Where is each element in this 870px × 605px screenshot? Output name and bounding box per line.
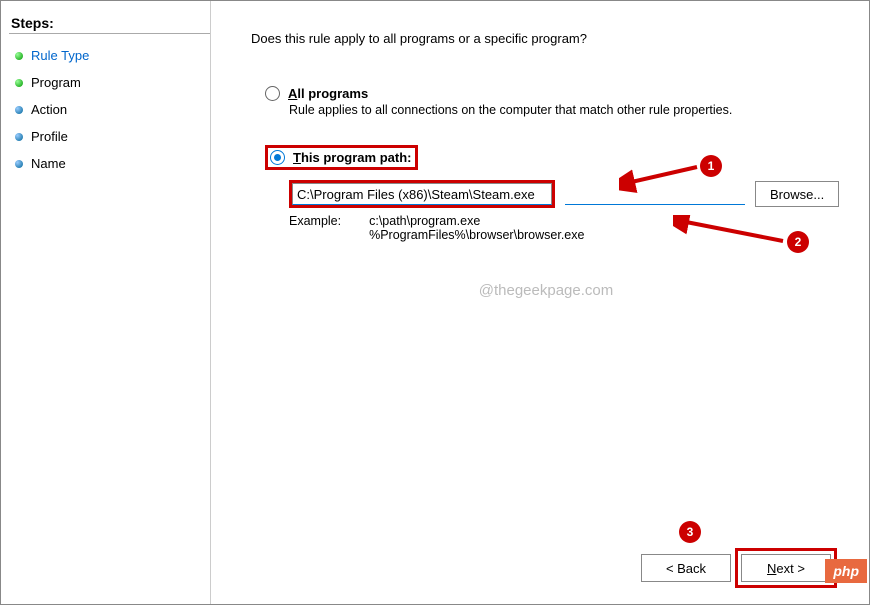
annotation-callout-3: 3: [679, 521, 701, 543]
radio-this-program-row[interactable]: This program path:: [265, 145, 418, 170]
annotation-callout-1: 1: [700, 155, 722, 177]
steps-sidebar: Steps: Rule Type Program Action Profile …: [1, 1, 211, 604]
bullet-icon: [15, 106, 23, 114]
example-label: Example:: [289, 214, 341, 242]
path-input-highlight: [289, 180, 555, 208]
bullet-icon: [15, 133, 23, 141]
radio-all-programs-row[interactable]: All programs: [265, 86, 841, 101]
sidebar-item-rule-type[interactable]: Rule Type: [9, 42, 210, 69]
wizard-window: Steps: Rule Type Program Action Profile …: [0, 0, 870, 605]
browse-button[interactable]: Browse...: [755, 181, 839, 207]
radio-this-program[interactable]: [270, 150, 285, 165]
radio-this-program-label: This program path:: [293, 150, 411, 165]
sidebar-item-label: Name: [31, 156, 66, 171]
bullet-icon: [15, 79, 23, 87]
annotation-arrow-1: [619, 153, 709, 193]
sidebar-item-label: Profile: [31, 129, 68, 144]
bullet-icon: [15, 160, 23, 168]
radio-all-programs-label: All programs: [288, 86, 368, 101]
radio-all-programs[interactable]: [265, 86, 280, 101]
sidebar-title: Steps:: [9, 11, 210, 34]
sidebar-item-profile[interactable]: Profile: [9, 123, 210, 150]
program-path-row: Browse...: [289, 180, 841, 208]
bullet-icon: [15, 52, 23, 60]
radio-all-programs-description: Rule applies to all connections on the c…: [289, 103, 841, 117]
example-value: c:\path\program.exe %ProgramFiles%\brows…: [369, 214, 584, 242]
main-panel: Does this rule apply to all programs or …: [211, 1, 869, 604]
sidebar-item-label: Program: [31, 75, 81, 90]
annotation-arrow-2: [673, 215, 793, 255]
sidebar-item-action[interactable]: Action: [9, 96, 210, 123]
wizard-footer: < Back Next >: [641, 554, 831, 582]
sidebar-item-label: Action: [31, 102, 67, 117]
wizard-question: Does this rule apply to all programs or …: [251, 31, 841, 46]
php-badge: php: [825, 559, 867, 583]
back-button[interactable]: < Back: [641, 554, 731, 582]
watermark-text: @thegeekpage.com: [251, 282, 841, 299]
next-button[interactable]: Next >: [741, 554, 831, 582]
sidebar-item-program[interactable]: Program: [9, 69, 210, 96]
annotation-callout-2: 2: [787, 231, 809, 253]
sidebar-item-name[interactable]: Name: [9, 150, 210, 177]
program-path-input[interactable]: [292, 183, 552, 205]
sidebar-item-label: Rule Type: [31, 48, 89, 63]
